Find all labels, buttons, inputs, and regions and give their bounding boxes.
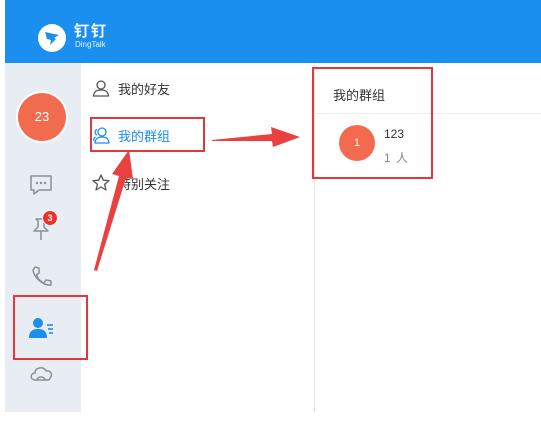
arrow-up [94,150,133,271]
arrow-right [212,127,300,147]
annotation-arrows [94,127,300,271]
